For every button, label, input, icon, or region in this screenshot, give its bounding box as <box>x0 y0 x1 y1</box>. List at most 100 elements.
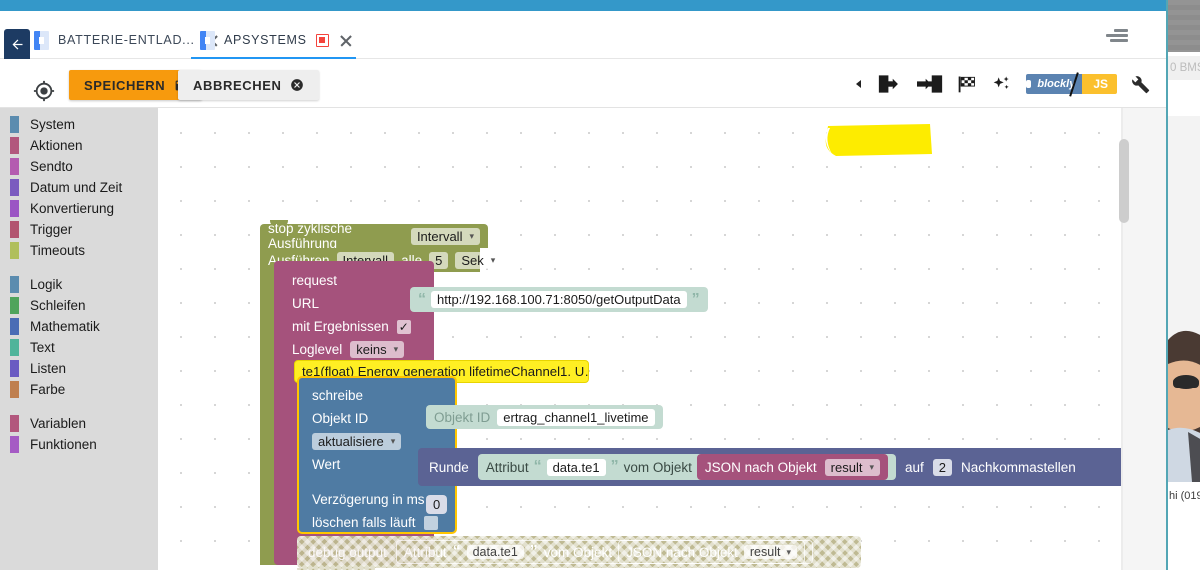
palette-item-konvertierung[interactable]: Konvertierung <box>0 198 158 219</box>
block-object-id[interactable]: Objekt ID ertrag_channel1_livetime <box>426 405 663 429</box>
tab-apsystems[interactable]: APSYSTEMS <box>196 21 358 59</box>
request-results-checkbox[interactable]: ✓ <box>396 319 411 334</box>
background-window-sliver[interactable]: 0 BMS hi (019) <box>1166 0 1200 570</box>
back-arrow-icon <box>12 39 22 49</box>
palette-color-swatch <box>10 200 19 217</box>
url-value-field[interactable]: http://192.168.100.71:8050/getOutputData <box>431 291 687 308</box>
save-button-label: SPEICHERN <box>84 77 166 93</box>
palette-color-swatch <box>10 242 19 259</box>
palette-item-trigger[interactable]: Trigger <box>0 219 158 240</box>
palette-item-label: Trigger <box>30 222 73 237</box>
palette-color-swatch <box>10 360 19 377</box>
debug-json-source-dropdown[interactable]: result <box>743 545 797 559</box>
palette-item-label: Farbe <box>30 382 66 397</box>
write-title: schreibe <box>312 388 364 403</box>
block-attribute[interactable]: Attribut “ data.te1 ” vom Objekt JSON na… <box>477 454 896 480</box>
palette-item-datum-und-zeit[interactable]: Datum und Zeit <box>0 177 158 198</box>
tab-label: BATTERIE-ENTLAD... <box>58 33 195 47</box>
block-delay-number[interactable]: 0 <box>426 495 448 514</box>
cancel-button[interactable]: ABBRECHEN <box>178 70 320 100</box>
palette-item-aktionen[interactable]: Aktionen <box>0 135 158 156</box>
blockly-js-toggle[interactable]: blockly JS <box>1026 71 1117 97</box>
block-stop-cyclic[interactable]: stop zyklische Ausführung Intervall <box>260 221 488 251</box>
undo-icon[interactable] <box>853 78 865 90</box>
round-decimals-field[interactable]: 2 <box>932 458 952 476</box>
round-to-label: auf <box>904 459 924 475</box>
write-clear-row: löschen falls läuft ✓ <box>312 511 455 534</box>
tab-bar: BATTERIE-ENTLAD... APSYSTEMS <box>0 11 1166 60</box>
json-source-dropdown[interactable]: result <box>824 458 880 476</box>
checkered-flag-icon[interactable] <box>956 74 978 94</box>
close-quote-icon: ” <box>691 290 700 308</box>
palette-item-label: Variablen <box>30 416 87 431</box>
attribute-value-field[interactable]: data.te1 <box>546 458 606 476</box>
block-round[interactable]: Runde Attribut “ data.te1 ” vom Objekt J… <box>418 448 1166 486</box>
palette-color-swatch <box>10 297 19 314</box>
open-quote-icon: “ <box>452 543 461 560</box>
palette-item-label: Schleifen <box>30 298 86 313</box>
blockly-workspace[interactable]: stop zyklische Ausführung Intervall Ausf… <box>158 108 1166 570</box>
debug-json-block[interactable]: JSON nach Objekt result <box>618 540 805 564</box>
palette-item-text[interactable]: Text <box>0 337 158 358</box>
palette-item-schleifen[interactable]: Schleifen <box>0 295 158 316</box>
blockly-toggle-right-label: JS <box>1082 73 1117 94</box>
execute-unit-dropdown[interactable]: Sek <box>455 251 502 269</box>
iobroker-blockly-app: BATTERIE-ENTLAD... APSYSTEMS SPEICHERN A… <box>0 11 1166 570</box>
write-clear-checkbox[interactable]: ✓ <box>423 515 438 530</box>
palette-group-2: Logik Schleifen Mathematik Text Listen Farbe <box>0 274 158 400</box>
wrench-icon[interactable] <box>1130 74 1150 94</box>
palette-item-system[interactable]: System <box>0 114 158 135</box>
palette-item-timeouts[interactable]: Timeouts <box>0 240 158 261</box>
palette-item-variablen[interactable]: Variablen <box>0 413 158 434</box>
palette-item-mathematik[interactable]: Mathematik <box>0 316 158 337</box>
palette-item-sendto[interactable]: Sendto <box>0 156 158 177</box>
objid-value-field[interactable]: ertrag_channel1_livetime <box>497 408 655 426</box>
export-blocks-icon[interactable] <box>878 73 904 95</box>
palette-color-swatch <box>10 415 19 432</box>
request-loglevel-row: Loglevel keins <box>292 338 434 361</box>
tab-batterie-entladung[interactable]: BATTERIE-ENTLAD... <box>30 21 224 59</box>
block-json-to-object[interactable]: JSON nach Objekt result <box>696 454 888 480</box>
back-button[interactable] <box>4 29 30 59</box>
palette-color-swatch <box>10 318 19 335</box>
palette-group-3: Variablen Funktionen <box>0 413 158 455</box>
block-debug-output[interactable]: debug output Attribut “ data.te1 ” vom O… <box>297 536 861 568</box>
debug-attribute-label: Attribut <box>403 544 447 560</box>
debug-attribute-block[interactable]: Attribut “ data.te1 ” vom Objekt JSON na… <box>395 540 813 564</box>
json-to-object-label: JSON nach Objekt <box>704 459 817 475</box>
request-title: request <box>292 273 338 288</box>
request-results-label: mit Ergebnissen <box>292 319 389 334</box>
cleanup-sparkle-icon[interactable] <box>991 74 1013 94</box>
objid-field-label: Objekt ID <box>434 409 491 425</box>
editor-toolbar: SPEICHERN ABBRECHEN blockly JS <box>0 59 1166 156</box>
import-blocks-icon[interactable] <box>917 73 943 95</box>
request-loglevel-dropdown[interactable]: keins <box>350 341 405 358</box>
palette-item-funktionen[interactable]: Funktionen <box>0 434 158 455</box>
close-icon[interactable] <box>338 32 354 48</box>
palette-item-listen[interactable]: Listen <box>0 358 158 379</box>
palette-item-label: Funktionen <box>30 437 97 452</box>
hamburger-menu-icon[interactable] <box>1106 29 1128 43</box>
browser-top-strip <box>0 0 1166 11</box>
palette-item-logik[interactable]: Logik <box>0 274 158 295</box>
stop-cyclic-interval-dropdown[interactable]: Intervall <box>410 227 480 245</box>
close-quote-icon: ” <box>529 543 538 560</box>
script-doc-icon <box>200 30 215 50</box>
close-quote-icon: ” <box>610 458 619 475</box>
request-url-label: URL <box>292 296 320 311</box>
workspace-vertical-scrollbar[interactable] <box>1119 139 1129 223</box>
request-results-row: mit Ergebnissen ✓ <box>292 315 434 338</box>
open-quote-icon: “ <box>418 290 426 308</box>
palette-item-label: Konvertierung <box>30 201 115 216</box>
write-title-row: schreibe <box>312 384 455 407</box>
palette-color-swatch <box>10 436 19 453</box>
cancel-circle-icon <box>291 79 304 91</box>
stop-record-icon[interactable] <box>315 33 329 47</box>
debug-attribute-value-field[interactable]: data.te1 <box>466 545 524 559</box>
palette-item-farbe[interactable]: Farbe <box>0 379 158 400</box>
write-mode-dropdown[interactable]: aktualisiere <box>312 433 402 450</box>
open-quote-icon: “ <box>533 458 542 475</box>
background-white-area <box>1168 80 1200 116</box>
crosshair-target-icon[interactable] <box>33 80 55 102</box>
block-url-string[interactable]: “ http://192.168.100.71:8050/getOutputDa… <box>410 287 708 312</box>
